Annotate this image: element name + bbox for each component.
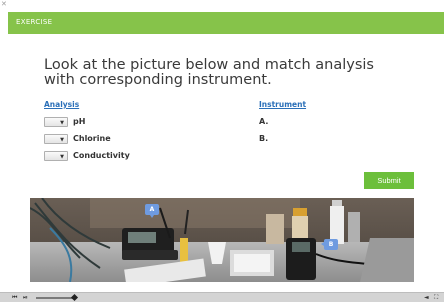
prev-icon[interactable]: ⏮ <box>12 294 17 302</box>
volume-icon[interactable]: ◄ <box>424 294 429 302</box>
exercise-header: EXERCISE <box>8 12 444 34</box>
analysis-label-ph: pH <box>73 117 86 126</box>
callout-a: A <box>145 204 159 218</box>
ph-dropdown[interactable]: ▼ <box>44 117 68 127</box>
fullscreen-icon[interactable]: ⛶ <box>434 294 438 302</box>
submit-button[interactable]: Submit <box>364 172 414 189</box>
chlorine-dropdown[interactable]: ▼ <box>44 134 68 144</box>
callout-b: B <box>321 239 338 250</box>
chevron-down-icon: ▼ <box>60 120 64 126</box>
progress-handle[interactable] <box>70 293 79 302</box>
analysis-label-conductivity: Conductivity <box>73 151 130 160</box>
chevron-down-icon: ▼ <box>60 137 64 143</box>
instrument-option-b: B. <box>259 134 269 143</box>
play-icon[interactable]: ⏯ <box>23 294 28 302</box>
question-text: Look at the picture below and match anal… <box>44 57 374 88</box>
close-icon[interactable]: ✕ <box>1 0 7 9</box>
player-control-bar: ⏮ ⏯ ◄ ⛶ <box>0 292 444 302</box>
conductivity-dropdown[interactable]: ▼ <box>44 151 68 161</box>
header-title: EXERCISE <box>16 18 53 26</box>
analysis-label-chlorine: Chlorine <box>73 134 111 143</box>
window-top-bar: ✕ <box>0 0 444 12</box>
lab-instruments-photo: A B <box>30 198 414 282</box>
instrument-column-heading: Instrument <box>259 100 307 109</box>
lab-photo-illustration <box>30 198 414 282</box>
chevron-down-icon: ▼ <box>60 154 64 160</box>
instrument-option-a: A. <box>259 117 269 126</box>
analysis-column-heading: Analysis <box>44 100 80 109</box>
